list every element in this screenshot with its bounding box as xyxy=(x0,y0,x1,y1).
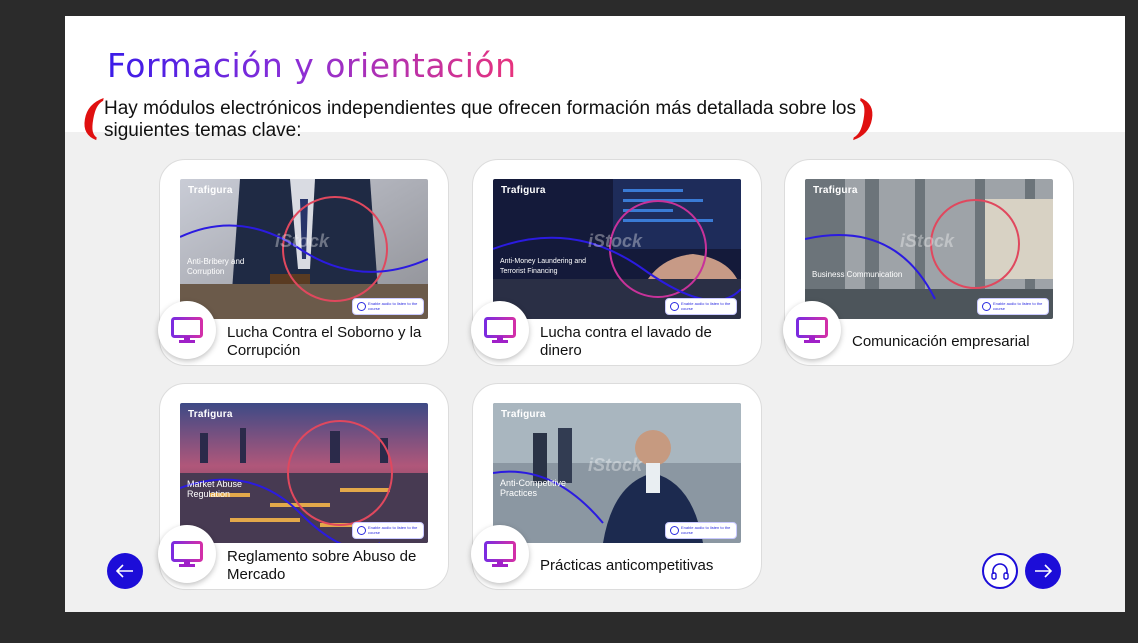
thumb-watermark: iStock xyxy=(588,455,643,475)
thumb-audio-note: Enable audio to listen to the course xyxy=(665,522,737,539)
monitor-icon xyxy=(158,301,216,359)
module-card-business-communication[interactable]: Trafigura iStock Business Communication … xyxy=(783,159,1074,366)
module-thumbnail: Trafigura iStock Anti-Competitive Practi… xyxy=(493,403,741,543)
thumb-audio-note: Enable audio to listen to the course xyxy=(977,298,1049,315)
slide: Formación y orientación ( Hay módulos el… xyxy=(65,16,1125,612)
module-card-anti-money-laundering[interactable]: Trafigura iStock Anti-Money Laundering a… xyxy=(471,159,762,366)
thumb-course-title: Business Communication xyxy=(812,270,903,279)
headphones-icon xyxy=(982,302,991,311)
audio-button[interactable] xyxy=(982,553,1018,589)
thumb-audio-note: Enable audio to listen to the course xyxy=(352,522,424,539)
monitor-icon xyxy=(158,525,216,583)
arrow-left-icon xyxy=(116,564,133,578)
thumb-logo: Trafigura xyxy=(501,185,546,196)
thumb-logo: Trafigura xyxy=(813,185,858,196)
module-thumbnail: Trafigura iStock Anti-Money Laundering a… xyxy=(493,179,741,319)
thumb-logo: Trafigura xyxy=(188,409,233,420)
module-thumbnail: Trafigura iStock Anti-Bribery and Corrup… xyxy=(180,179,428,319)
intro-text: Hay módulos electrónicos independientes … xyxy=(104,98,856,141)
monitor-icon xyxy=(783,301,841,359)
arrow-right-icon xyxy=(1035,564,1052,578)
module-thumbnail: Trafigura iStock Business Communication … xyxy=(805,179,1053,319)
thumb-logo: Trafigura xyxy=(501,409,546,420)
headphones-icon xyxy=(670,302,679,311)
monitor-icon xyxy=(471,301,529,359)
headphones-icon xyxy=(357,302,366,311)
card-label: Prácticas anticompetitivas xyxy=(540,557,714,574)
thumb-audio-note: Enable audio to listen to the course xyxy=(665,298,737,315)
thumb-course-title: Anti-Money Laundering and Terrorist Fina… xyxy=(500,258,587,275)
thumb-watermark: iStock xyxy=(900,231,955,251)
module-card-market-abuse[interactable]: Trafigura Market Abuse Regulation Enable… xyxy=(158,383,449,590)
next-button[interactable] xyxy=(1025,553,1061,589)
thumb-watermark: iStock xyxy=(588,231,643,251)
card-label: Lucha contra el lavado de dinero xyxy=(540,324,712,359)
thumb-audio-note: Enable audio to listen to the course xyxy=(352,298,424,315)
monitor-icon xyxy=(471,525,529,583)
headphones-icon xyxy=(670,526,679,535)
previous-button[interactable] xyxy=(107,553,143,589)
card-label: Lucha Contra el Soborno y la Corrupción xyxy=(227,324,422,359)
headphones-icon xyxy=(357,526,366,535)
module-card-anti-competitive[interactable]: Trafigura iStock Anti-Competitive Practi… xyxy=(471,383,762,590)
headphones-icon xyxy=(991,563,1009,580)
thumb-course-title: Anti-Bribery and Corruption xyxy=(187,257,245,276)
thumb-course-title: Anti-Competitive Practices xyxy=(500,478,567,498)
module-card-anti-bribery[interactable]: Trafigura iStock Anti-Bribery and Corrup… xyxy=(158,159,449,366)
card-label: Comunicación empresarial xyxy=(852,333,1030,350)
thumb-course-title: Market Abuse Regulation xyxy=(187,479,243,499)
card-label: Reglamento sobre Abuso de Mercado xyxy=(227,548,417,583)
page-title: Formación y orientación xyxy=(107,46,517,85)
module-thumbnail: Trafigura Market Abuse Regulation Enable… xyxy=(180,403,428,543)
thumb-logo: Trafigura xyxy=(188,185,233,196)
thumb-watermark: iStock xyxy=(275,231,330,251)
